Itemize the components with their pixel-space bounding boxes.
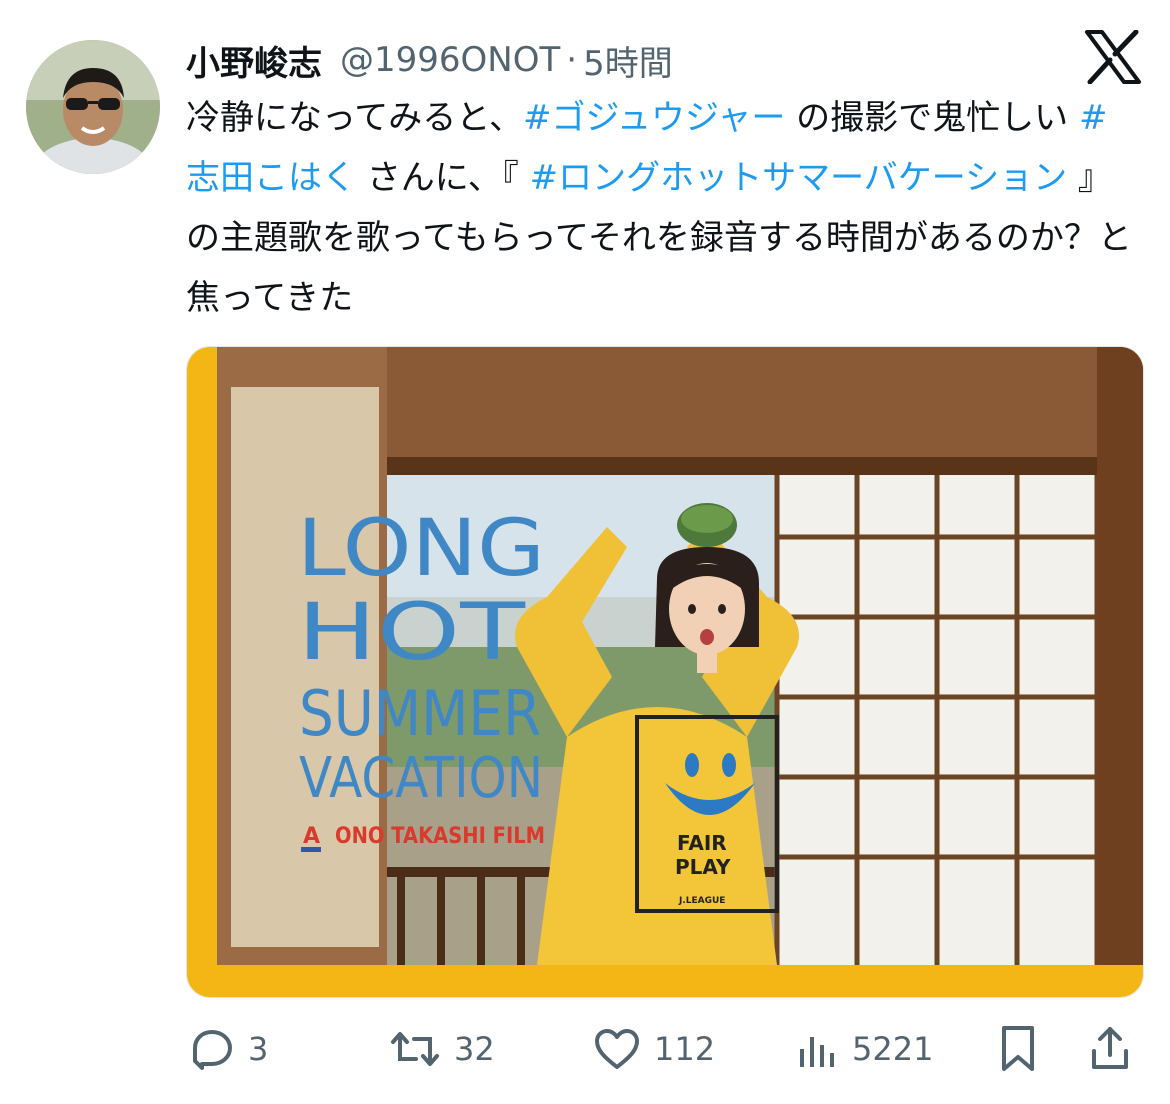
like-count: 112	[654, 1030, 716, 1068]
repost-icon	[391, 1032, 439, 1066]
like-button[interactable]: 112	[594, 1018, 715, 1080]
poster-title-line: VACATION	[299, 746, 543, 811]
author-avatar[interactable]	[26, 40, 160, 174]
reply-count: 3	[248, 1030, 269, 1068]
poster-title-line: HOT	[297, 588, 525, 678]
tweet-action-bar: 3 32 112 5221	[186, 1018, 1142, 1080]
tweet-text-segment: 冷静になってみると、	[186, 98, 523, 138]
bookmark-icon	[1002, 1026, 1034, 1071]
repost-button[interactable]: 32	[390, 1018, 495, 1080]
reply-icon	[193, 1030, 232, 1070]
header-separator: ·	[566, 40, 578, 80]
poster-credit-mark: A	[303, 824, 320, 849]
hashtag-link[interactable]: #ゴジュウジャー	[523, 98, 785, 138]
shirt-text-line: FAIR	[677, 831, 727, 855]
shirt-text-line: PLAY	[675, 855, 731, 879]
poster-title-line: SUMMER	[299, 677, 541, 750]
tweet-text-segment: さんに、『	[356, 158, 530, 198]
author-display-name[interactable]: 小野峻志	[186, 36, 322, 85]
views-button[interactable]: 5221	[798, 1018, 933, 1080]
repost-count: 32	[454, 1030, 495, 1068]
share-icon	[1092, 1027, 1128, 1069]
poster-title-line: LONG	[297, 504, 545, 594]
reply-button[interactable]: 3	[190, 1018, 268, 1080]
post-time[interactable]: 5時間	[583, 36, 673, 85]
poster-credit-underline	[301, 847, 321, 852]
hashtag-link[interactable]: #ロングホットサマーバケーション	[530, 158, 1067, 198]
tweet-text-segment: の撮影で鬼忙しい	[785, 98, 1079, 138]
shirt-small-text: J.LEAGUE	[678, 896, 725, 906]
views-count: 5221	[852, 1030, 934, 1068]
share-button[interactable]	[1090, 1018, 1130, 1080]
poster-credit: ONO TAKASHI FILM	[335, 824, 545, 849]
bookmark-button[interactable]	[1000, 1018, 1036, 1080]
x-logo-icon	[1084, 29, 1142, 85]
tweet-header: 小野峻志 @1996ONOT · 5時間	[186, 36, 673, 84]
views-icon	[800, 1037, 834, 1067]
tweet-media-image[interactable]: FAIR PLAY J.LEAGUE LONG HOT SUMMER VACAT…	[186, 346, 1144, 998]
author-handle[interactable]: @1996ONOT	[340, 40, 560, 80]
tweet-text: 冷静になってみると、#ゴジュウジャー の撮影で鬼忙しい #志田こはく さんに、『…	[186, 88, 1136, 328]
like-icon	[595, 1029, 639, 1069]
